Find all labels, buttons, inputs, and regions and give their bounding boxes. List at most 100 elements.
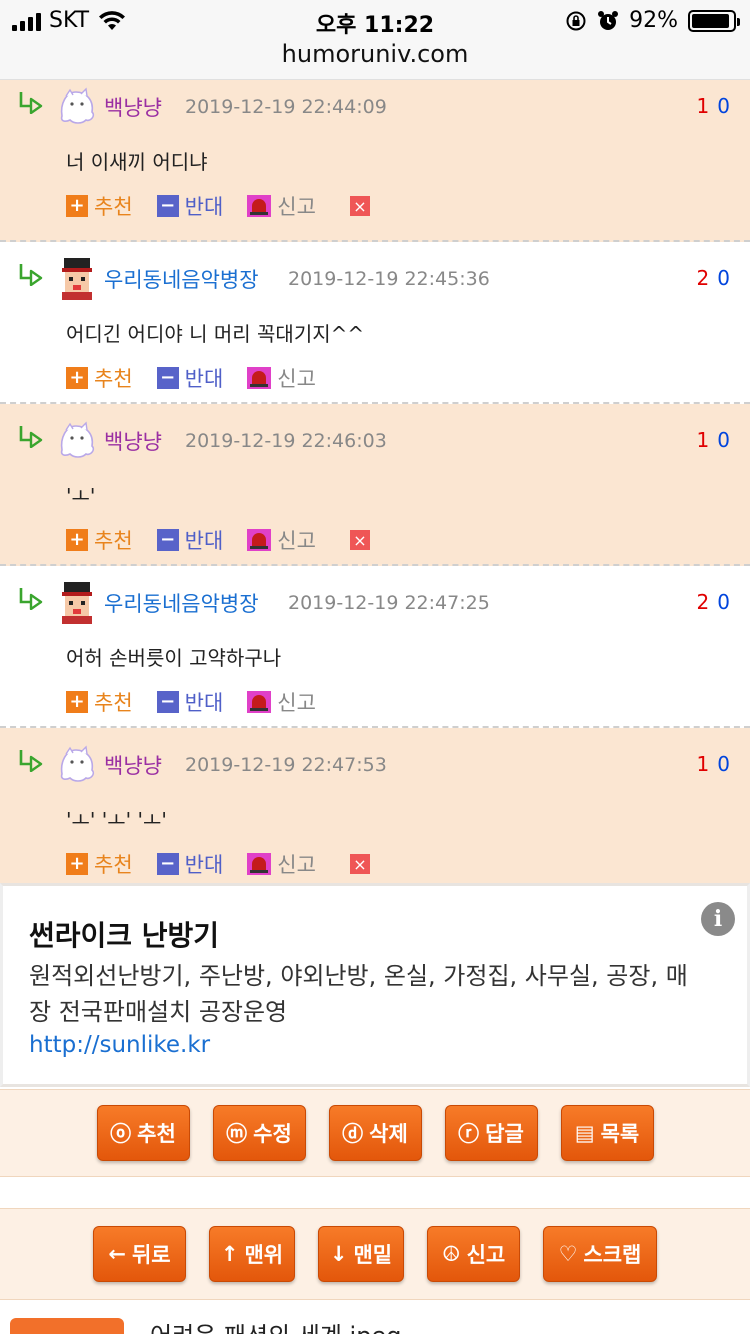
vote-counts: 10 (697, 752, 730, 776)
comment-author[interactable]: 백냥냥 (104, 92, 162, 122)
button-icon: ↓ (329, 1242, 348, 1266)
report-label: 신고 (277, 367, 316, 391)
url-bar[interactable]: humoruniv.com (0, 40, 750, 68)
report-label: 신고 (277, 195, 316, 219)
comment-author[interactable]: 백냥냥 (104, 750, 162, 780)
comment-author[interactable]: 백냥냥 (104, 426, 162, 456)
comment-date: 2019-12-19 22:44:09 (185, 96, 387, 118)
next-post-preview[interactable]: 어려운 패션의 세계.jpeg (0, 1300, 750, 1334)
button-label: 삭제 (369, 1122, 408, 1146)
action-button-4[interactable]: ▤ 목록 (560, 1105, 654, 1161)
delete-icon[interactable]: × (349, 854, 370, 874)
soldier-avatar-icon[interactable] (56, 582, 98, 624)
button-icon: ♡ (558, 1242, 578, 1266)
action-button-0[interactable]: ⓞ 추천 (96, 1105, 190, 1161)
ghost-cat-avatar-icon[interactable] (56, 744, 98, 786)
siren-icon (247, 853, 272, 875)
report-button[interactable]: 신고 (247, 849, 316, 879)
plus-icon: + (66, 367, 88, 389)
vote-counts: 10 (697, 94, 730, 118)
comment-item: 백냥냥 2019-12-19 22:44:09 10 너 이새끼 어디냐 + 추천… (0, 80, 750, 242)
recommend-label: 추천 (94, 367, 133, 391)
comment-author[interactable]: 우리동네음악병장 (104, 588, 259, 618)
siren-icon (247, 691, 272, 713)
button-label: 맨밑 (353, 1243, 393, 1267)
recommend-label: 추천 (94, 853, 133, 877)
oppose-button[interactable]: − 반대 (156, 849, 223, 879)
button-label: 신고 (466, 1243, 506, 1267)
delete-icon[interactable]: × (349, 196, 370, 216)
comment-text: 너 이새끼 어디냐 (66, 150, 208, 174)
recommend-button[interactable]: + 추천 (66, 525, 133, 555)
oppose-label: 반대 (184, 195, 224, 219)
plus-icon: + (66, 853, 88, 875)
comment-actions: + 추천 − 반대 신고 × (66, 526, 370, 554)
reply-arrow-icon (19, 92, 43, 114)
plus-icon: + (66, 195, 88, 217)
report-button[interactable]: 신고 (247, 363, 316, 393)
downvote-count: 0 (717, 590, 730, 614)
action-button-1[interactable]: ⓜ 수정 (212, 1105, 306, 1161)
button-label: 추천 (137, 1122, 176, 1146)
action-button-3[interactable]: ☮ 신고 (427, 1226, 520, 1282)
ghost-cat-avatar-icon[interactable] (56, 420, 98, 462)
delete-icon[interactable]: × (349, 530, 370, 550)
action-button-1[interactable]: ↑ 맨위 (209, 1226, 295, 1282)
comment-date: 2019-12-19 22:47:53 (185, 754, 387, 776)
upvote-count: 2 (696, 266, 710, 290)
oppose-label: 반대 (184, 691, 224, 715)
report-button[interactable]: 신고 (247, 191, 316, 221)
info-icon[interactable]: i (701, 902, 735, 936)
siren-icon (247, 367, 272, 389)
minus-icon: − (156, 367, 179, 389)
reply-arrow-icon (19, 426, 43, 448)
comment-actions: + 추천 − 반대 신고 × (66, 850, 370, 878)
recommend-button[interactable]: + 추천 (66, 849, 133, 879)
recommend-button[interactable]: + 추천 (66, 363, 133, 393)
comment-date: 2019-12-19 22:45:36 (288, 268, 490, 290)
action-button-4[interactable]: ♡ 스크랩 (543, 1226, 657, 1282)
recommend-button[interactable]: + 추천 (66, 191, 133, 221)
button-icon: ▤ (574, 1121, 595, 1145)
report-button[interactable]: 신고 (247, 525, 316, 555)
recommend-label: 추천 (94, 529, 133, 553)
comment-author[interactable]: 우리동네음악병장 (104, 264, 259, 294)
comment-text: 'ㅗ' 'ㅗ' 'ㅗ' (66, 808, 167, 832)
action-button-2[interactable]: ↓ 맨밑 (318, 1226, 404, 1282)
button-label: 맨위 (244, 1243, 284, 1267)
comment-item: 백냥냥 2019-12-19 22:47:53 10 'ㅗ' 'ㅗ' 'ㅗ' +… (0, 728, 750, 890)
oppose-button[interactable]: − 반대 (156, 687, 224, 717)
oppose-button[interactable]: − 반대 (156, 363, 224, 393)
minus-icon: − (156, 529, 179, 551)
action-button-2[interactable]: ⓓ 삭제 (328, 1105, 422, 1161)
next-post-thumb[interactable] (10, 1318, 124, 1334)
ad-description: 원적외선난방기, 주난방, 야외난방, 온실, 가정집, 사무실, 공장, 매장… (29, 962, 688, 1026)
button-label: 목록 (600, 1122, 640, 1146)
ad-banner[interactable]: 썬라이크 난방기 원적외선난방기, 주난방, 야외난방, 온실, 가정집, 사무… (0, 883, 750, 1087)
action-button-0[interactable]: ← 뒤로 (93, 1226, 186, 1282)
battery-icon (688, 9, 740, 32)
oppose-button[interactable]: − 반대 (156, 525, 224, 555)
divider (0, 1177, 750, 1208)
action-button-3[interactable]: ⓡ 답글 (444, 1105, 538, 1161)
status-right: 92% (565, 8, 740, 33)
ghost-cat-avatar-icon[interactable] (56, 86, 98, 128)
ad-title[interactable]: 썬라이크 난방기 (29, 914, 219, 954)
report-button[interactable]: 신고 (247, 687, 316, 717)
comment-actions: + 추천 − 반대 신고 × (66, 192, 370, 220)
upvote-count: 2 (696, 590, 710, 614)
comment-actions: + 추천 − 반대 신고 (66, 688, 340, 716)
minus-icon: − (156, 691, 179, 713)
button-icon: ← (108, 1242, 126, 1266)
next-post-title[interactable]: 어려운 패션의 세계.jpeg (150, 1316, 401, 1334)
ad-link[interactable]: http://sunlike.kr (29, 1032, 210, 1058)
oppose-label: 반대 (184, 529, 224, 553)
button-icon: ⓓ (342, 1122, 364, 1146)
oppose-button[interactable]: − 반대 (156, 191, 224, 221)
upvote-count: 1 (696, 94, 710, 118)
oppose-label: 반대 (184, 367, 224, 391)
recommend-button[interactable]: + 추천 (66, 687, 133, 717)
comment-list: 백냥냥 2019-12-19 22:44:09 10 너 이새끼 어디냐 + 추천… (0, 80, 750, 890)
downvote-count: 0 (717, 752, 730, 776)
soldier-avatar-icon[interactable] (56, 258, 98, 300)
